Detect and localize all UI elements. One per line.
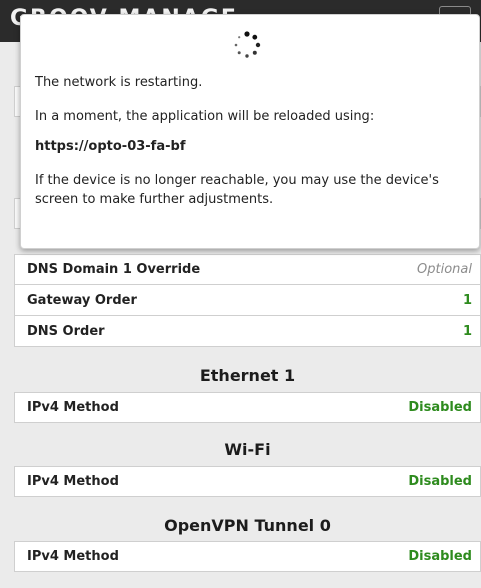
reload-url: https://opto-03-fa-bf (35, 139, 186, 154)
wifi-group: IPv4 Method Disabled (14, 466, 481, 497)
openvpn-group: IPv4 Method Disabled (14, 541, 481, 572)
unreachable-notice: If the device is no longer reachable, yo… (35, 173, 439, 207)
network-restart-modal: The network is restarting. In a moment, … (20, 14, 480, 249)
dns-order-row[interactable]: DNS Order 1 (14, 316, 481, 347)
restarting-message: The network is restarting. (35, 75, 203, 90)
dns-domain-override-row[interactable]: DNS Domain 1 Override Optional (14, 254, 481, 285)
ethernet1-ipv4-value: Disabled (408, 400, 472, 415)
section-title-openvpn: OpenVPN Tunnel 0 (164, 516, 331, 535)
row-label: Gateway Order (27, 292, 137, 308)
wifi-ipv4-method-row[interactable]: IPv4 Method Disabled (14, 466, 481, 497)
app-root: GROOV MANAGE DNS Domain 1 Override Optio… (0, 0, 481, 588)
openvpn-ipv4-value: Disabled (408, 549, 472, 564)
section-title-ethernet1: Ethernet 1 (199, 366, 296, 385)
wifi-ipv4-value: Disabled (408, 474, 472, 489)
ethernet1-ipv4-method-row[interactable]: IPv4 Method Disabled (14, 392, 481, 423)
section-title-wifi: Wi-Fi (224, 440, 271, 459)
general-settings-group: DNS Domain 1 Override Optional Gateway O… (14, 254, 481, 347)
gateway-order-value: 1 (462, 292, 472, 308)
row-label: DNS Domain 1 Override (27, 262, 201, 277)
ethernet1-group: IPv4 Method Disabled (14, 392, 481, 423)
dns-order-value: 1 (462, 323, 472, 339)
dns-domain-override-value: Optional (417, 262, 472, 277)
loading-spinner-icon (234, 31, 261, 58)
row-label: IPv4 Method (27, 549, 119, 564)
openvpn-ipv4-method-row[interactable]: IPv4 Method Disabled (14, 541, 481, 572)
reload-notice: In a moment, the application will be rel… (35, 109, 375, 124)
row-label: IPv4 Method (27, 400, 119, 415)
gateway-order-row[interactable]: Gateway Order 1 (14, 285, 481, 316)
row-label: DNS Order (27, 323, 105, 339)
row-label: IPv4 Method (27, 474, 119, 489)
